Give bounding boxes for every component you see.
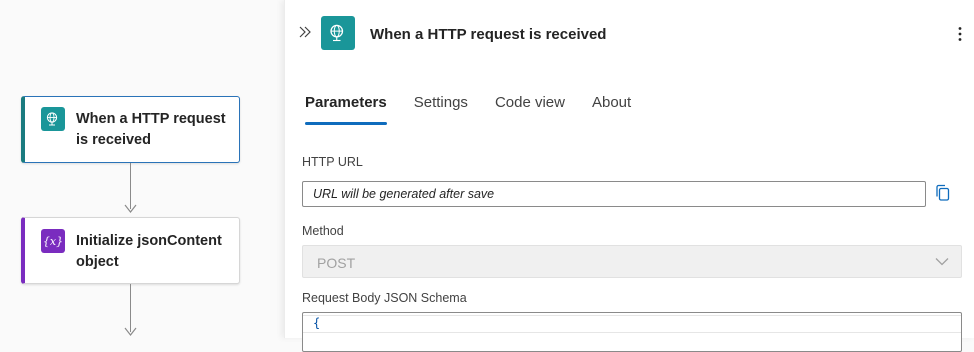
- chevron-down-icon: [935, 258, 949, 266]
- connector-line: [130, 284, 131, 332]
- details-panel: When a HTTP request is received Paramete…: [284, 0, 974, 352]
- connector-arrow-icon: [124, 327, 137, 336]
- method-value: POST: [317, 255, 356, 271]
- method-dropdown[interactable]: POST: [302, 245, 962, 278]
- action-node-initialize-variable[interactable]: {x} Initialize jsonContent object: [21, 217, 240, 284]
- schema-editor[interactable]: {: [302, 312, 962, 352]
- globe-request-icon: [41, 107, 65, 131]
- node-title: When a HTTP request is received: [76, 109, 229, 151]
- http-url-field[interactable]: URL will be generated after save: [302, 181, 926, 207]
- panel-tabs: Parameters Settings Code view About: [305, 92, 658, 125]
- variable-icon-text: {x}: [42, 234, 64, 248]
- tab-about[interactable]: About: [592, 92, 631, 125]
- panel-title: When a HTTP request is received: [370, 26, 607, 43]
- schema-code-line: {: [313, 316, 321, 330]
- connector-line: [130, 163, 131, 209]
- tab-settings[interactable]: Settings: [414, 92, 468, 125]
- method-label: Method: [302, 224, 344, 238]
- node-title-line: When a HTTP request: [76, 111, 226, 127]
- node-title-line: Initialize jsonContent: [76, 233, 222, 249]
- more-options-icon[interactable]: [957, 26, 963, 42]
- node-title-line: object: [76, 254, 119, 270]
- tab-parameters[interactable]: Parameters: [305, 92, 387, 125]
- node-title-line: is received: [76, 132, 151, 148]
- http-url-label: HTTP URL: [302, 155, 363, 169]
- trigger-node-http-request[interactable]: When a HTTP request is received: [21, 96, 240, 163]
- variable-icon: {x}: [41, 229, 65, 253]
- globe-request-icon: [321, 16, 355, 50]
- node-title: Initialize jsonContent object: [76, 231, 229, 273]
- schema-label: Request Body JSON Schema: [302, 291, 467, 305]
- current-line-highlight: [303, 315, 961, 333]
- copy-url-icon[interactable]: [935, 184, 951, 202]
- collapse-panel-icon[interactable]: [297, 24, 313, 40]
- tab-code-view[interactable]: Code view: [495, 92, 565, 125]
- connector-arrow-icon: [124, 204, 137, 213]
- designer-canvas: When a HTTP request is received {x} Init…: [0, 0, 284, 338]
